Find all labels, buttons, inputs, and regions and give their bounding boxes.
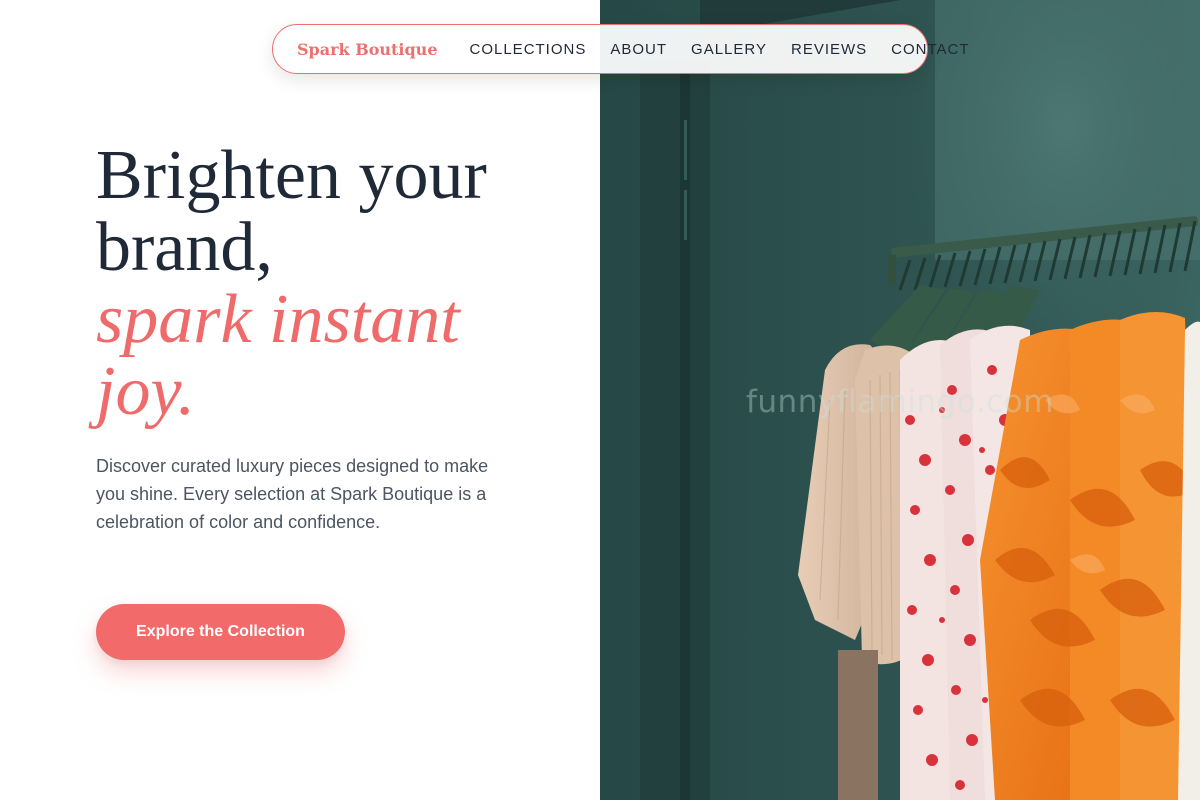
hero-accent-line: joy. [96, 353, 196, 430]
brand-logo[interactable]: Spark Boutique [297, 40, 438, 59]
nav-link-contact[interactable]: CONTACT [891, 41, 969, 58]
hero-description: Discover curated luxury pieces designed … [96, 456, 489, 532]
watermark-text: funnyflamingo.com [746, 384, 1054, 420]
nav-link-collections[interactable]: COLLECTIONS [470, 41, 587, 58]
nav-link-reviews[interactable]: REVIEWS [791, 41, 867, 58]
nav-links: COLLECTIONS ABOUT GALLERY REVIEWS CONTAC… [470, 41, 970, 58]
hero-title-line: Brighten your [96, 137, 487, 214]
hero-accent-line: spark instant [96, 281, 460, 358]
explore-collection-button[interactable]: Explore the Collection [96, 604, 345, 660]
nav-link-gallery[interactable]: GALLERY [691, 41, 767, 58]
nav-link-about[interactable]: ABOUT [610, 41, 667, 58]
hero-image: funnyflamingo.com [600, 0, 1200, 800]
hero-title: Brighten your brand, spark instant joy. [96, 140, 576, 428]
main-nav: Spark Boutique COLLECTIONS ABOUT GALLERY… [272, 24, 969, 74]
hero-title-line: brand, [96, 209, 273, 286]
